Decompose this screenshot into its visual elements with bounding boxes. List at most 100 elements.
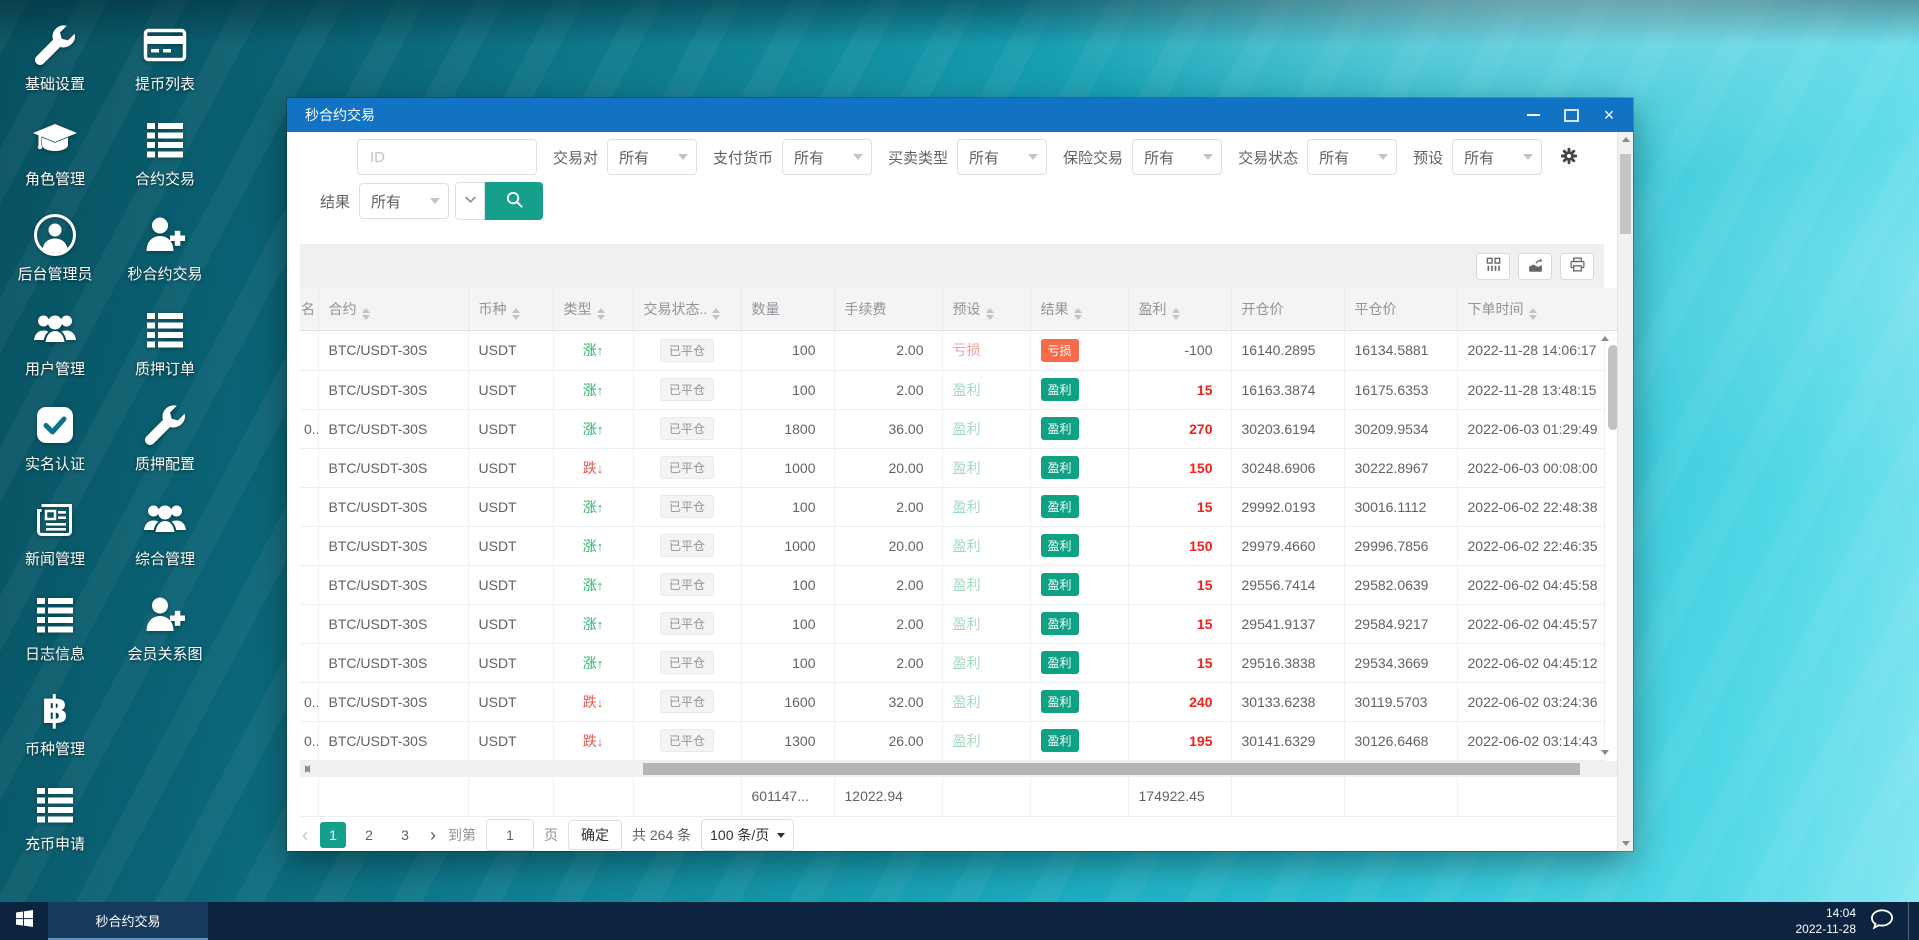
desktop-icon-admin-manage[interactable]: 后台管理员 bbox=[6, 200, 104, 295]
sort-icon[interactable] bbox=[361, 307, 370, 320]
scrollbar-thumb[interactable] bbox=[1607, 345, 1618, 430]
filter-settings-button[interactable] bbox=[1560, 147, 1578, 168]
table-row[interactable]: BTC/USDT-30S USDT 涨↑ 已平仓 100 2.00 盈利 盈利 15 29556.… bbox=[300, 565, 1605, 605]
desktop-icon-general-manage[interactable]: 综合管理 bbox=[116, 485, 214, 580]
goto-page-input[interactable] bbox=[486, 819, 534, 851]
desktop-icon-pledge-config[interactable]: 质押配置 bbox=[116, 390, 214, 485]
minimize-button[interactable] bbox=[1517, 102, 1549, 128]
preset-label: 盈利 bbox=[952, 615, 981, 632]
filter-select-currency[interactable]: 所有 bbox=[782, 139, 873, 175]
filter-select-pair[interactable]: 所有 bbox=[607, 139, 698, 175]
scrollbar-thumb[interactable] bbox=[1620, 154, 1631, 234]
chevron-down-icon bbox=[1028, 154, 1039, 160]
chevron-down-icon bbox=[463, 192, 478, 210]
scroll-right-arrow[interactable] bbox=[300, 761, 315, 777]
table-row[interactable]: 0...BTC/USDT-30SUSDT跌↓已平仓130026.00盈利盈利19… bbox=[300, 721, 1605, 761]
filter-select-preset[interactable]: 所有 bbox=[1452, 139, 1543, 175]
sort-icon[interactable] bbox=[1528, 307, 1537, 320]
search-button[interactable] bbox=[485, 182, 544, 220]
sort-icon[interactable] bbox=[1073, 307, 1082, 320]
direction-up-label: 涨↑ bbox=[582, 615, 604, 632]
sort-icon[interactable] bbox=[985, 307, 994, 320]
desktop-icon-contract-trade[interactable]: 合约交易 bbox=[116, 105, 214, 200]
column-header[interactable]: 平仓价 bbox=[1344, 288, 1458, 331]
desktop-icon-kyc-verify[interactable]: 实名认证 bbox=[6, 390, 104, 485]
desktop-icon-label: 日志信息 bbox=[24, 646, 85, 663]
column-header[interactable]: 名 bbox=[300, 288, 319, 331]
scroll-up-arrow[interactable] bbox=[1618, 132, 1633, 147]
table-row[interactable]: BTC/USDT-30S USDT 涨↑ 已平仓 100 2.00 盈利 盈利 15 29541.… bbox=[300, 604, 1605, 644]
table-row[interactable]: BTC/USDT-30S USDT 涨↑ 已平仓 100 2.00 盈利 盈利 15 29992.… bbox=[300, 487, 1605, 527]
scrollbar-thumb[interactable] bbox=[643, 762, 1581, 775]
column-header[interactable]: 手续费 bbox=[834, 288, 943, 331]
taskbar-clock[interactable]: 14:04 2022-11-28 bbox=[1796, 905, 1857, 937]
filter-select-trade-type[interactable]: 所有 bbox=[957, 139, 1048, 175]
start-button[interactable] bbox=[0, 902, 48, 940]
column-header[interactable]: 类型 bbox=[553, 288, 634, 331]
next-page-button[interactable]: › bbox=[428, 825, 438, 846]
table-horizontal-scrollbar[interactable] bbox=[300, 760, 1620, 777]
sort-icon[interactable] bbox=[1171, 307, 1180, 320]
desktop-icon-second-contract[interactable]: 秒合约交易 bbox=[116, 200, 214, 295]
desktop-icon-member-graph[interactable]: 会员关系图 bbox=[116, 580, 214, 675]
show-desktop-button[interactable] bbox=[1908, 902, 1915, 940]
table-row[interactable]: BTC/USDT-30S USDT 涨↑ 已平仓 100 2.00 盈利 盈利 15 16163.… bbox=[300, 370, 1605, 410]
table-row[interactable]: BTC/USDT-30S USDT 跌↓ 已平仓 1000 20.00 盈利 盈利 150 302… bbox=[300, 448, 1605, 488]
maximize-button[interactable] bbox=[1555, 102, 1587, 128]
scroll-down-arrow[interactable] bbox=[1618, 836, 1633, 851]
desktop-icon-coin-manage[interactable]: ฿ 币种管理 bbox=[6, 675, 104, 770]
window-titlebar[interactable]: 秒合约交易 × bbox=[287, 98, 1633, 132]
print-button[interactable] bbox=[1560, 252, 1594, 280]
table-row[interactable]: BTC/USDT-30S USDT 涨↑ 已平仓 100 2.00 盈利 盈利 15 29516.… bbox=[300, 643, 1605, 683]
desktop-icon-user-manage[interactable]: 用户管理 bbox=[6, 295, 104, 390]
page-button-1[interactable]: 1 bbox=[320, 822, 346, 848]
filter-select-status[interactable]: 所有 bbox=[1307, 139, 1398, 175]
filter-select-insurance[interactable]: 所有 bbox=[1132, 139, 1223, 175]
column-header[interactable]: 下单时间 bbox=[1457, 288, 1620, 331]
desktop-icon-role-manage[interactable]: 角色管理 bbox=[6, 105, 104, 200]
close-button[interactable]: × bbox=[1593, 102, 1625, 128]
confirm-page-button[interactable]: 确定 bbox=[568, 820, 622, 850]
id-search-input[interactable] bbox=[357, 139, 537, 175]
column-header[interactable]: 交易状态.. bbox=[633, 288, 742, 331]
result-badge: 盈利 bbox=[1040, 417, 1079, 440]
column-header[interactable]: 合约 bbox=[318, 288, 469, 331]
table-row[interactable]: BTC/USDT-30S USDT 涨↑ 已平仓 100 2.00 亏损 亏损 -100 1614… bbox=[300, 331, 1605, 371]
chat-button[interactable] bbox=[1870, 908, 1894, 935]
sort-icon[interactable] bbox=[596, 307, 605, 320]
column-header[interactable]: 盈利 bbox=[1128, 288, 1232, 331]
table-row[interactable]: 0...BTC/USDT-30SUSDT跌↓已平仓160032.00盈利盈利24… bbox=[300, 682, 1605, 722]
column-header[interactable]: 结果 bbox=[1030, 288, 1129, 331]
table-row[interactable]: 0...BTC/USDT-30SUSDT涨↑已平仓180036.00盈利盈利27… bbox=[300, 409, 1605, 449]
column-settings-button[interactable] bbox=[1476, 252, 1510, 280]
prev-page-button[interactable]: ‹ bbox=[300, 825, 310, 846]
column-header[interactable]: 数量 bbox=[741, 288, 835, 331]
direction-up-label: 涨↑ bbox=[582, 498, 604, 515]
desktop-icon-news-manage[interactable]: 新闻管理 bbox=[6, 485, 104, 580]
user-circle-icon bbox=[33, 212, 77, 258]
per-page-select[interactable]: 100 条/页 bbox=[701, 819, 795, 851]
column-header[interactable]: 预设 bbox=[942, 288, 1031, 331]
taskbar-task-second-contract[interactable]: 秒合约交易 bbox=[48, 902, 208, 940]
window-vertical-scrollbar[interactable] bbox=[1617, 132, 1633, 851]
filter-select-result[interactable]: 所有 bbox=[359, 183, 450, 219]
filter-label-pair: 交易对 bbox=[553, 149, 599, 167]
filter-group-currency: 支付货币 所有 bbox=[713, 139, 873, 175]
table-row[interactable]: BTC/USDT-30S USDT 涨↑ 已平仓 1000 20.00 盈利 盈利 150 299… bbox=[300, 526, 1605, 566]
desktop-icon-log-info[interactable]: 日志信息 bbox=[6, 580, 104, 675]
desktop-icon-withdraw-list[interactable]: 提币列表 bbox=[116, 10, 214, 105]
collapse-filters-button[interactable] bbox=[455, 182, 486, 220]
desktop-icon-pledge-orders[interactable]: 质押订单 bbox=[116, 295, 214, 390]
column-header[interactable]: 币种 bbox=[468, 288, 554, 331]
column-header[interactable]: 开仓价 bbox=[1231, 288, 1345, 331]
filter-row-1: 交易对所有支付货币所有买卖类型所有保险交易所有交易状态所有预设所有 bbox=[300, 139, 1604, 175]
desktop-icon-label: 会员关系图 bbox=[127, 646, 203, 663]
sort-icon[interactable] bbox=[511, 307, 520, 320]
system-tray: 14:04 2022-11-28 bbox=[1796, 902, 1919, 940]
export-button[interactable] bbox=[1518, 252, 1552, 280]
sort-icon[interactable] bbox=[712, 307, 721, 320]
desktop-icon-deposit-request[interactable]: 充币申请 bbox=[6, 770, 104, 865]
page-button-2[interactable]: 2 bbox=[356, 822, 382, 848]
desktop-icon-base-settings[interactable]: 基础设置 bbox=[6, 10, 104, 105]
page-button-3[interactable]: 3 bbox=[392, 822, 418, 848]
